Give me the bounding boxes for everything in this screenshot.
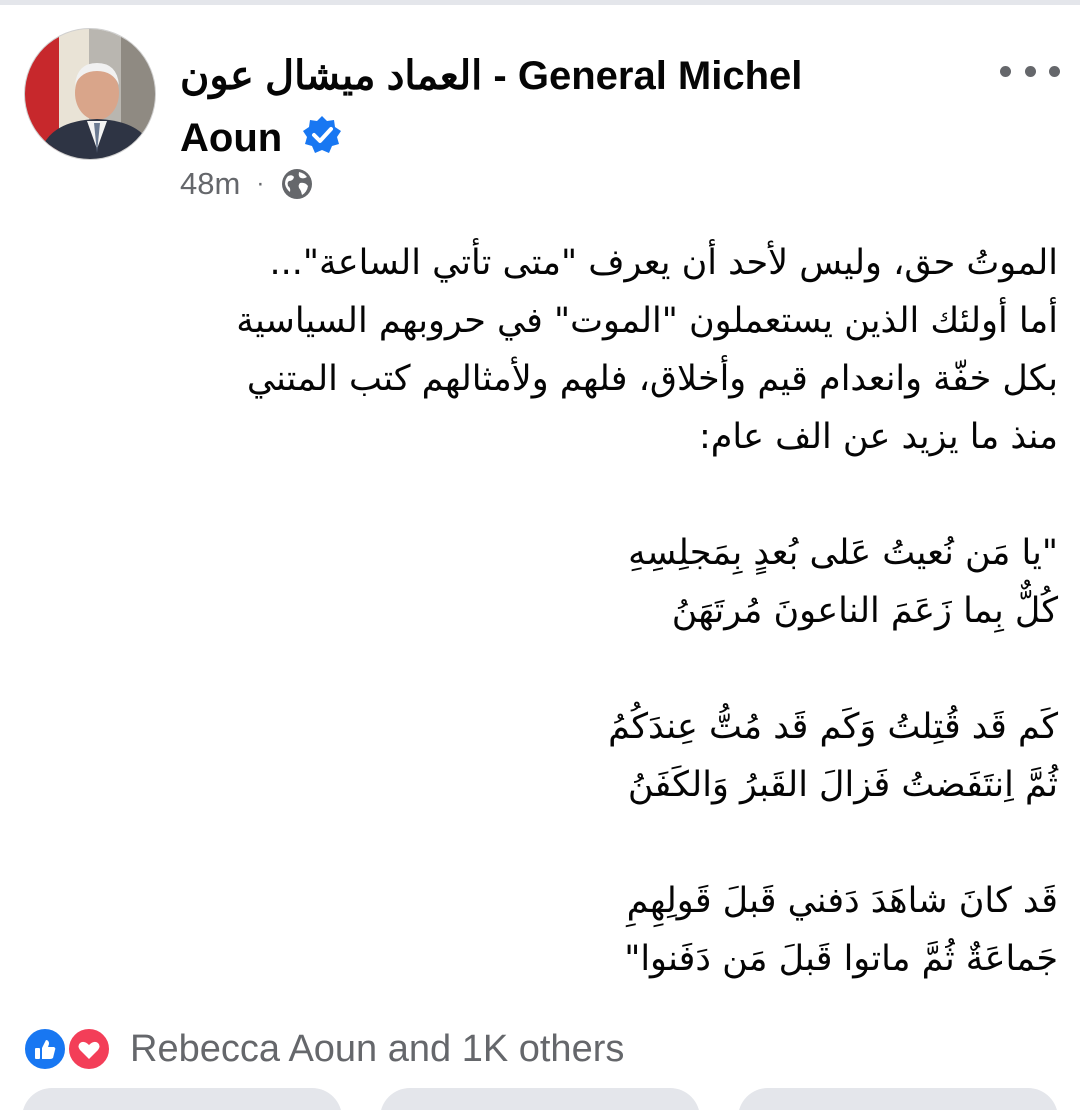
like-icon <box>22 1026 68 1072</box>
post-text: الموتُ حق، وليس لأحد أن يعرف "متى تأتي ا… <box>40 234 1058 988</box>
post-text-line: منذ ما يزيد عن الف عام: <box>698 417 1058 457</box>
globe-icon[interactable] <box>280 167 314 201</box>
post-text-line: أما أولئك الذين يستعملون "الموت" في حروب… <box>236 301 1058 341</box>
profile-avatar[interactable] <box>24 28 156 160</box>
page-name[interactable]: العماد ميشال عون - General Michel <box>180 46 940 106</box>
more-options-button[interactable] <box>1000 54 1060 88</box>
verified-badge-icon <box>303 116 342 154</box>
meta-separator: · <box>256 170 265 197</box>
love-icon <box>66 1026 112 1072</box>
post-meta: 48m · <box>180 160 314 208</box>
like-action-button[interactable] <box>22 1088 342 1110</box>
more-options-icon <box>1000 65 1011 77</box>
reactions-summary[interactable]: Rebecca Aoun and 1K others <box>22 1024 624 1074</box>
post-text-line: بكل خفّة وانعدام قيم وأخلاق، فلهم ولأمثا… <box>246 359 1058 399</box>
comment-action-button[interactable] <box>380 1088 700 1110</box>
post-text-line: ثُمَّ اِنتَفَضتُ فَزالَ القَبرُ وَالكَفَ… <box>627 765 1058 805</box>
post-text-line: الموتُ حق، وليس لأحد أن يعرف "متى تأتي ا… <box>269 243 1058 283</box>
post-header: العماد ميشال عون - General Michel Aoun <box>180 46 940 168</box>
post-text-line: "يا مَن نُعيتُ عَلى بُعدٍ بِمَجلِسِهِ <box>628 533 1058 573</box>
top-divider <box>0 0 1080 5</box>
share-action-button[interactable] <box>738 1088 1058 1110</box>
post-text-line: كُلٌّ بِما زَعَمَ الناعونَ مُرتَهَنُ <box>671 591 1058 631</box>
post-text-line: كَم قَد قُتِلتُ وَكَم قَد مُتُّ عِندَكُم… <box>608 707 1058 747</box>
avatar-image <box>25 29 155 159</box>
post-text-line: جَماعَةٌ ثُمَّ ماتوا قَبلَ مَن دَفَنوا" <box>624 939 1058 979</box>
post-timestamp[interactable]: 48m <box>180 166 240 202</box>
reaction-icons <box>22 1024 120 1074</box>
post-text-line: قَد كانَ شاهَدَ دَفني قَبلَ قَولِهِمِ <box>626 881 1058 921</box>
reactions-count-text[interactable]: Rebecca Aoun and 1K others <box>130 1028 624 1071</box>
